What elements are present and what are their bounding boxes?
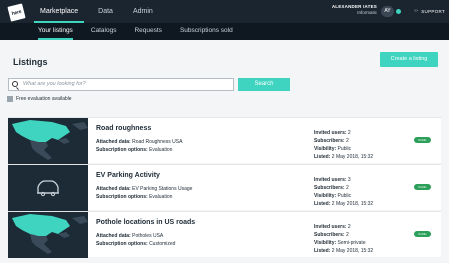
subscribers-label: Subscribers:: [314, 185, 345, 191]
car-icon: [8, 165, 88, 211]
listed-date: Listed: 2 May 2018, 15:32: [314, 201, 373, 207]
attached-data-label: Attached data:: [96, 186, 131, 192]
subscribers-value: 2: [345, 185, 349, 191]
subscription-options: Subscription options: Customized: [96, 241, 175, 247]
visibility: Visibility: Public: [314, 146, 351, 152]
listed-label: Listed:: [314, 248, 331, 254]
top-nav: Marketplace Data Admin: [34, 0, 167, 23]
listed-date: Listed: 2 May 2018, 15:32: [314, 154, 373, 160]
visibility-value: Public: [337, 193, 352, 199]
sub-nav: Your listings Catalogs Requests Subscrip…: [0, 23, 449, 40]
chevron-icon: ‹›: [414, 8, 419, 14]
invited-users-label: Invited users:: [314, 177, 347, 183]
page-title: Listings: [13, 57, 48, 67]
search-placeholder: What are you looking for?: [23, 81, 86, 87]
attached-data-value: Road Roughness USA: [132, 139, 183, 145]
status-toggle[interactable]: Public: [414, 231, 431, 237]
attached-data: Attached data: Potholes USA: [96, 233, 163, 239]
subscription-options-label: Subscription options:: [96, 194, 148, 200]
nav-marketplace[interactable]: Marketplace: [34, 0, 85, 23]
listing-title[interactable]: EV Parking Activity: [96, 172, 160, 179]
subscribers: Subscribers: 2: [314, 185, 349, 191]
visibility-value: Semi-private: [337, 240, 366, 246]
user-info[interactable]: ALEXANDER IATES Informatic: [332, 4, 377, 15]
listing-title[interactable]: Pothole locations in US roads: [96, 219, 195, 226]
subscribers-label: Subscribers:: [314, 232, 345, 238]
invited-users-value: 2: [347, 224, 351, 230]
visibility-label: Visibility:: [314, 193, 337, 199]
subscription-options: Subscription options: Evaluation: [96, 194, 172, 200]
subscription-options-label: Subscription options:: [96, 147, 148, 153]
support-link[interactable]: ‹› SUPPORT: [414, 8, 445, 14]
listed-value: 2 May 2018, 15:32: [331, 201, 374, 207]
invited-users-value: 2: [347, 130, 351, 136]
subscribers: Subscribers: 2: [314, 138, 349, 144]
subscription-options-value: Evaluation: [149, 147, 173, 153]
listed-value: 2 May 2018, 15:32: [331, 248, 374, 254]
nav-data[interactable]: Data: [92, 0, 119, 23]
invited-users-label: Invited users:: [314, 130, 347, 136]
support-label: SUPPORT: [421, 8, 445, 14]
subscribers-value: 2: [345, 138, 349, 144]
top-bar: here Marketplace Data Admin ALEXANDER IA…: [0, 0, 449, 23]
nav-admin[interactable]: Admin: [127, 0, 159, 23]
search-icon: [12, 81, 18, 87]
tab-requests[interactable]: Requests: [134, 23, 161, 40]
attached-data-value: EV Parking Stations Usage: [132, 186, 193, 192]
logo-text: here: [11, 8, 22, 17]
subscribers: Subscribers: 2: [314, 232, 349, 238]
free-evaluation-legend: Free evaluation available: [7, 96, 72, 102]
visibility-label: Visibility:: [314, 146, 337, 152]
tab-subscriptions-sold[interactable]: Subscriptions sold: [180, 23, 233, 40]
invited-users-value: 3: [347, 177, 351, 183]
attached-data-label: Attached data:: [96, 139, 131, 145]
visibility-label: Visibility:: [314, 240, 337, 246]
tab-your-listings[interactable]: Your listings: [38, 23, 73, 40]
attached-data-label: Attached data:: [96, 233, 131, 239]
search-input[interactable]: What are you looking for?: [8, 78, 234, 91]
avatar[interactable]: AY: [381, 6, 394, 17]
listing-card[interactable]: Road roughness Attached data: Road Rough…: [8, 117, 441, 164]
listing-card[interactable]: EV Parking Activity Attached data: EV Pa…: [8, 164, 441, 211]
invited-users: Invited users: 2: [314, 130, 351, 136]
here-logo[interactable]: here: [7, 3, 26, 22]
listed-date: Listed: 2 May 2018, 15:32: [314, 248, 373, 254]
map-icon: [8, 212, 88, 258]
listed-value: 2 May 2018, 15:32: [331, 154, 374, 160]
invited-users-label: Invited users:: [314, 224, 347, 230]
user-org: Informatic: [357, 10, 377, 15]
attached-data-value: Potholes USA: [132, 233, 164, 239]
attached-data: Attached data: Road Roughness USA: [96, 139, 182, 145]
invited-users: Invited users: 2: [314, 224, 351, 230]
listing-title[interactable]: Road roughness: [96, 125, 151, 132]
tab-catalogs[interactable]: Catalogs: [91, 23, 117, 40]
map-icon: [8, 118, 88, 164]
status-toggle[interactable]: Public: [414, 137, 431, 143]
legend-swatch: [7, 96, 13, 102]
search-button[interactable]: Search: [238, 78, 290, 91]
status-toggle[interactable]: Public: [414, 184, 431, 190]
subscription-options: Subscription options: Evaluation: [96, 147, 172, 153]
attached-data: Attached data: EV Parking Stations Usage: [96, 186, 192, 192]
visibility-value: Public: [337, 146, 352, 152]
subscribers-value: 2: [345, 232, 349, 238]
free-evaluation-label: Free evaluation available: [16, 96, 72, 102]
listed-label: Listed:: [314, 154, 331, 160]
subscription-options-value: Evaluation: [149, 194, 173, 200]
subscribers-label: Subscribers:: [314, 138, 345, 144]
user-name: ALEXANDER IATES: [331, 4, 377, 9]
invited-users: Invited users: 3: [314, 177, 351, 183]
subscription-options-value: Customized: [149, 241, 176, 247]
visibility: Visibility: Public: [314, 193, 351, 199]
subscription-options-label: Subscription options:: [96, 241, 148, 247]
visibility: Visibility: Semi-private: [314, 240, 366, 246]
status-dot-icon: [396, 9, 401, 14]
listing-card[interactable]: Pothole locations in US roads Attached d…: [8, 211, 441, 258]
listed-label: Listed:: [314, 201, 331, 207]
create-listing-button[interactable]: Create a listing: [380, 52, 438, 67]
